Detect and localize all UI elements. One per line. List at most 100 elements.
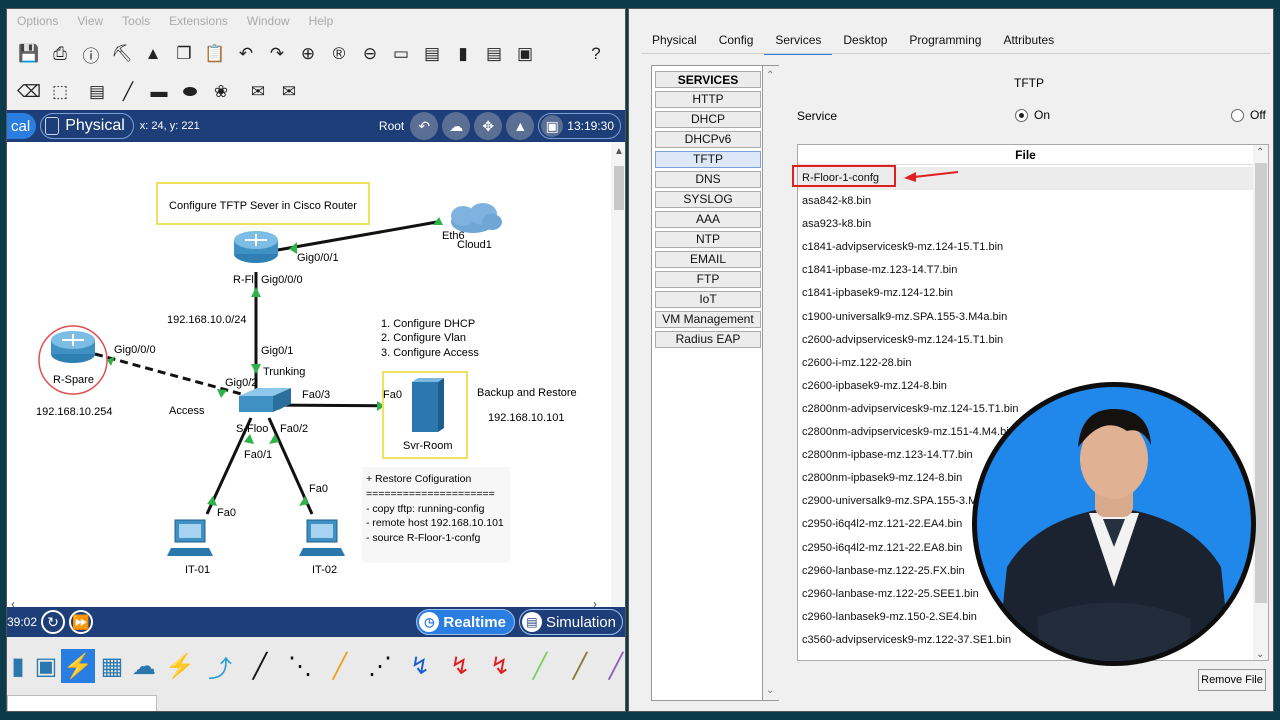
scroll-thumb[interactable] bbox=[614, 166, 624, 210]
remove-file-button[interactable]: Remove File bbox=[1198, 669, 1266, 691]
serial-dce-icon[interactable]: ↯ bbox=[443, 649, 477, 683]
zoom-out-icon[interactable]: ⊖ bbox=[358, 42, 382, 66]
service-on-radio[interactable]: On bbox=[1015, 108, 1050, 122]
scroll-up-icon[interactable]: ▲ bbox=[614, 146, 624, 157]
switch-icon[interactable] bbox=[239, 388, 291, 412]
picture-icon[interactable]: ▣ bbox=[513, 42, 537, 66]
select-icon[interactable]: ⬚ bbox=[48, 80, 72, 104]
service-syslog[interactable]: SYSLOG bbox=[655, 191, 761, 208]
delete-icon[interactable]: ⌫ bbox=[17, 80, 41, 104]
palette-search-field[interactable] bbox=[7, 695, 157, 711]
services-scrollbar[interactable]: ⌃ ⌄ bbox=[763, 65, 779, 701]
move-icon[interactable]: ✥ bbox=[474, 112, 503, 140]
zoom-in-icon[interactable]: ⊕ bbox=[296, 42, 320, 66]
tab-attributes[interactable]: Attributes bbox=[992, 27, 1065, 55]
serial-dte-icon[interactable]: ↯ bbox=[483, 649, 517, 683]
service-email[interactable]: EMAIL bbox=[655, 251, 761, 268]
switch-category-icon[interactable]: ▣ bbox=[29, 649, 63, 683]
device-icon[interactable]: ▤ bbox=[482, 42, 506, 66]
coaxial-icon[interactable]: ↯ bbox=[403, 649, 437, 683]
canvas-vertical-scrollbar[interactable]: ▲ bbox=[611, 142, 625, 615]
iot-cable-icon[interactable]: ╱ bbox=[563, 649, 597, 683]
tab-config[interactable]: Config bbox=[708, 27, 765, 55]
file-row[interactable]: c1841-ipbasek9-mz.124-12.bin bbox=[798, 282, 1253, 305]
service-http[interactable]: HTTP bbox=[655, 91, 761, 108]
service-off-radio[interactable]: Off bbox=[1231, 108, 1266, 122]
octal-cable-icon[interactable]: ╱ bbox=[523, 649, 557, 683]
file-row[interactable]: c2600-advipservicesk9-mz.124-15.T1.bin bbox=[798, 329, 1253, 352]
tab-programming[interactable]: Programming bbox=[898, 27, 992, 55]
power-cycle-icon[interactable]: ↻ bbox=[41, 610, 66, 634]
info-icon[interactable]: ⓘ bbox=[79, 42, 103, 66]
rectangle-icon[interactable]: ▬ bbox=[147, 80, 171, 104]
zoom-reset-icon[interactable]: ® bbox=[327, 42, 351, 66]
copper-straight-icon[interactable]: ╱ bbox=[243, 649, 277, 683]
service-tftp[interactable]: TFTP bbox=[655, 151, 761, 168]
realtime-button[interactable]: ◷ Realtime bbox=[416, 609, 515, 635]
file-row[interactable]: c2600-ipbasek9-mz.124-8.bin bbox=[798, 375, 1253, 398]
cloud-icon[interactable] bbox=[451, 203, 502, 233]
complex-pdu-icon[interactable]: ✉ bbox=[277, 80, 301, 104]
paste-icon[interactable]: 📋 bbox=[203, 42, 227, 66]
notes-icon[interactable]: ▮ bbox=[451, 42, 475, 66]
redo-icon[interactable]: ↷ bbox=[265, 42, 289, 66]
spare-router-icon[interactable] bbox=[51, 331, 95, 363]
tab-services[interactable]: Services bbox=[764, 27, 833, 55]
auto-connection-icon[interactable]: ⚡ bbox=[163, 649, 197, 683]
service-aaa[interactable]: AAA bbox=[655, 211, 761, 228]
connections-category-icon[interactable]: ⚡ bbox=[61, 649, 95, 683]
service-dhcp[interactable]: DHCP bbox=[655, 111, 761, 128]
topology-canvas[interactable]: Configure TFTP Sever in Cisco Router R-F… bbox=[7, 142, 611, 615]
file-row[interactable]: c1841-advipservicesk9-mz.124-15.T1.bin bbox=[798, 236, 1253, 259]
ellipse-icon[interactable]: ⬬ bbox=[178, 80, 202, 104]
simulation-button[interactable]: ▤ Simulation bbox=[518, 609, 623, 635]
file-row[interactable]: c1900-universalk9-mz.SPA.155-3.M4a.bin bbox=[798, 306, 1253, 329]
tab-desktop[interactable]: Desktop bbox=[832, 27, 898, 55]
server-icon[interactable] bbox=[412, 378, 444, 432]
service-dhcpv6[interactable]: DHCPv6 bbox=[655, 131, 761, 148]
file-row[interactable]: c2600-i-mz.122-28.bin bbox=[798, 352, 1253, 375]
list-icon[interactable]: ▤ bbox=[420, 42, 444, 66]
usb-cable-icon[interactable]: ╱ bbox=[599, 649, 625, 683]
back-icon[interactable]: ↶ bbox=[410, 112, 439, 140]
tab-physical[interactable]: Physical bbox=[641, 27, 708, 55]
file-scrollbar[interactable]: ⌃ ⌄ bbox=[1253, 145, 1268, 660]
pc-icon[interactable] bbox=[299, 519, 345, 556]
menu-tools[interactable]: Tools bbox=[122, 14, 150, 28]
menu-extensions[interactable]: Extensions bbox=[169, 14, 228, 28]
copper-cross-icon[interactable]: ⋱ bbox=[283, 649, 317, 683]
scroll-up-icon[interactable]: ⌃ bbox=[766, 70, 774, 81]
undo-icon[interactable]: ↶ bbox=[234, 42, 258, 66]
copy-icon[interactable]: ❐ bbox=[172, 42, 196, 66]
menu-window[interactable]: Window bbox=[247, 14, 290, 28]
pdu-icon[interactable]: ✉ bbox=[246, 80, 270, 104]
menu-view[interactable]: View bbox=[77, 14, 103, 28]
scroll-down-icon[interactable]: ⌄ bbox=[766, 685, 774, 696]
note-icon[interactable]: ▤ bbox=[85, 80, 109, 104]
wizard-icon[interactable]: ⛏ bbox=[110, 42, 134, 66]
service-dns[interactable]: DNS bbox=[655, 171, 761, 188]
folder-category-icon[interactable]: ▦ bbox=[95, 649, 129, 683]
file-row[interactable]: c1841-ipbase-mz.123-14.T7.bin bbox=[798, 259, 1253, 282]
menu-help[interactable]: Help bbox=[309, 14, 334, 28]
service-vm-management[interactable]: VM Management bbox=[655, 311, 761, 328]
root-label[interactable]: Root bbox=[379, 119, 404, 133]
file-scroll-thumb[interactable] bbox=[1255, 163, 1267, 603]
scroll-up-icon[interactable]: ⌃ bbox=[1256, 147, 1264, 158]
window-icon[interactable]: ▭ bbox=[389, 42, 413, 66]
menu-options[interactable]: Options bbox=[17, 14, 58, 28]
cloud-category-icon[interactable]: ☁ bbox=[127, 649, 161, 683]
router-icon[interactable] bbox=[234, 231, 278, 263]
console-cable-icon[interactable]: ⤴ bbox=[203, 649, 237, 683]
fast-forward-icon[interactable]: ⏩ bbox=[69, 610, 94, 634]
service-ftp[interactable]: FTP bbox=[655, 271, 761, 288]
freeform-icon[interactable]: ❀ bbox=[209, 80, 233, 104]
tab-physical[interactable]: Physical bbox=[40, 113, 134, 139]
service-radius-eap[interactable]: Radius EAP bbox=[655, 331, 761, 348]
background-image-icon[interactable]: ▲ bbox=[506, 112, 535, 140]
service-iot[interactable]: IoT bbox=[655, 291, 761, 308]
tab-logical[interactable]: cal bbox=[7, 113, 37, 139]
viewport-icon[interactable]: ▣ bbox=[541, 115, 564, 137]
cloud-icon[interactable]: ☁ bbox=[442, 112, 471, 140]
service-ntp[interactable]: NTP bbox=[655, 231, 761, 248]
